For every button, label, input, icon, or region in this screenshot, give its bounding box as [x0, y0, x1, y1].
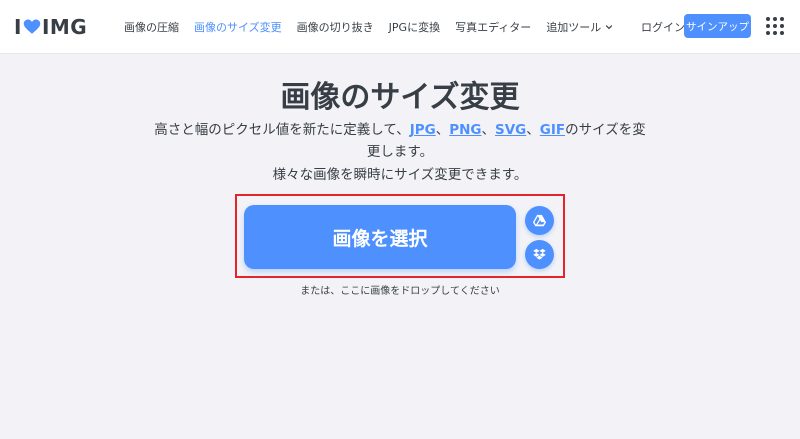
- google-drive-button[interactable]: [525, 206, 554, 235]
- dropbox-icon: [533, 248, 546, 260]
- select-images-button[interactable]: 画像を選択: [244, 205, 516, 269]
- grid-dot: [773, 31, 777, 35]
- separator: 、: [481, 122, 496, 138]
- grid-dot: [780, 24, 784, 28]
- nav-compress-image[interactable]: 画像の圧縮: [124, 19, 179, 35]
- heart-icon: [23, 19, 41, 34]
- chevron-down-icon: [606, 25, 613, 30]
- format-link-png[interactable]: PNG: [449, 122, 481, 138]
- login-link[interactable]: ログイン: [641, 19, 685, 35]
- page-description-line2: 様々な画像を瞬時にサイズ変更できます。: [272, 167, 528, 183]
- separator: 、: [526, 122, 540, 138]
- page-title: 画像のサイズ変更: [280, 80, 520, 115]
- logo-text-img: IMG: [41, 15, 88, 39]
- format-link-gif[interactable]: GIF: [540, 122, 565, 138]
- nav-label: 写真エディター: [455, 21, 532, 34]
- nav-convert-to-jpg[interactable]: JPGに変換: [389, 19, 440, 35]
- nav-label: 画像のサイズ変更: [194, 21, 282, 34]
- desc-prefix: 高さと幅のピクセル値を新たに定義して、: [154, 122, 410, 138]
- separator: 、: [435, 122, 450, 138]
- logo-letter-i: I: [14, 15, 22, 39]
- main-nav: 画像の圧縮 画像のサイズ変更 画像の切り抜き JPGに変換 写真エディター 追加…: [124, 0, 628, 54]
- format-link-jpg[interactable]: JPG: [410, 122, 436, 138]
- logo[interactable]: I IMG: [14, 14, 87, 40]
- format-link-svg[interactable]: SVG: [495, 122, 526, 138]
- grid-dot: [773, 17, 777, 21]
- nav-crop-image[interactable]: 画像の切り抜き: [297, 19, 374, 35]
- top-navbar: I IMG 画像の圧縮 画像のサイズ変更 画像の切り抜き JPGに変換 写真エデ…: [0, 0, 800, 54]
- grid-dot: [766, 17, 770, 21]
- grid-dot: [766, 31, 770, 35]
- signup-button[interactable]: サインアップ: [684, 14, 751, 38]
- grid-dot: [780, 17, 784, 21]
- nav-resize-image[interactable]: 画像のサイズ変更: [194, 19, 282, 35]
- grid-dot: [773, 24, 777, 28]
- grid-dot: [780, 31, 784, 35]
- nav-label: 画像の切り抜き: [296, 21, 374, 34]
- grid-dot: [766, 24, 770, 28]
- nav-photo-editor[interactable]: 写真エディター: [455, 19, 531, 35]
- google-drive-icon: [532, 214, 547, 227]
- nav-label: 画像の圧縮: [124, 21, 179, 34]
- nav-more-tools[interactable]: 追加ツール: [546, 19, 613, 35]
- page-description: 高さと幅のピクセル値を新たに定義して、JPG、PNG、SVG、GIFのサイズを変…: [150, 119, 650, 163]
- nav-label: JPGに変換: [388, 21, 441, 34]
- drop-hint-text: または、ここに画像をドロップしてください: [300, 286, 500, 297]
- nav-label: 追加ツール: [546, 21, 602, 34]
- grid-icon[interactable]: [766, 17, 784, 35]
- dropbox-button[interactable]: [525, 240, 554, 269]
